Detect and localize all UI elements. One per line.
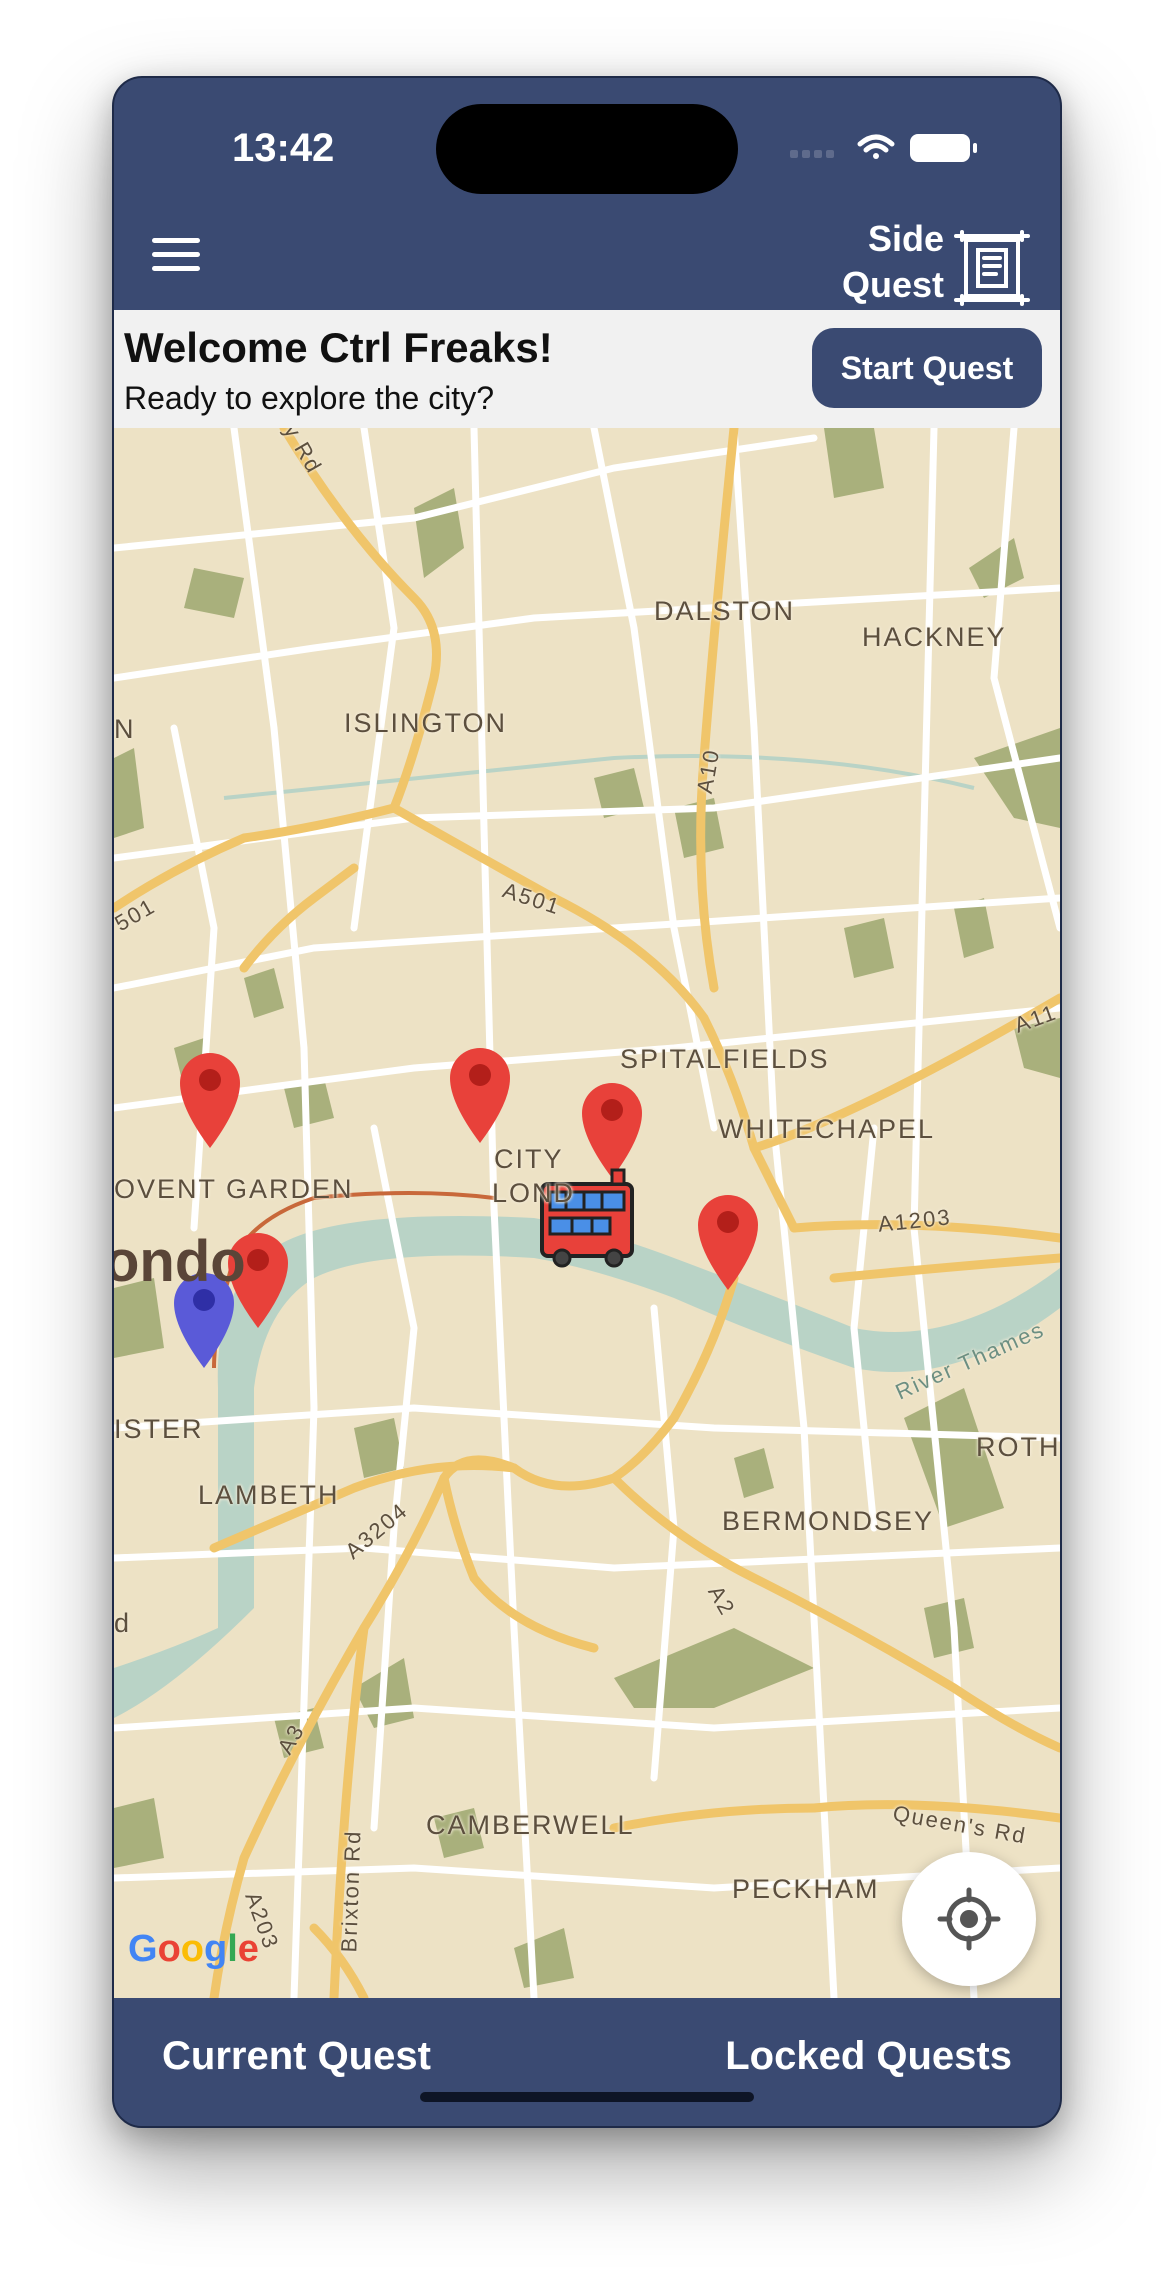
map-label-ister: ISTER	[114, 1414, 204, 1444]
scroll-icon	[954, 230, 1030, 306]
start-quest-button[interactable]: Start Quest	[812, 328, 1042, 408]
brand-title: Side Quest	[842, 216, 944, 308]
quest-pin-city	[582, 1083, 642, 1178]
tab-current-quest[interactable]: Current Quest	[162, 2034, 431, 2079]
menu-icon[interactable]	[152, 238, 200, 274]
map-label-lambeth: LAMBETH	[198, 1480, 340, 1510]
map-label-islington: ISLINGTON	[344, 708, 508, 738]
map-label-camberwell: CAMBERWELL	[426, 1810, 635, 1840]
map-label-brixton-rd: Brixton Rd	[336, 1829, 366, 1953]
map-label-london: ondo	[114, 1229, 246, 1294]
recenter-location-button[interactable]	[902, 1852, 1036, 1986]
battery-icon	[910, 134, 977, 162]
map-label-covent-garden: OVENT GARDEN	[114, 1174, 354, 1204]
welcome-title: Welcome Ctrl Freaks!	[124, 324, 553, 371]
map-label-hackney: HACKNEY	[862, 622, 1007, 652]
status-bar: 13:42	[114, 78, 1060, 198]
map-label-roth: ROTH	[976, 1432, 1060, 1462]
home-indicator[interactable]	[420, 2092, 754, 2102]
map-label-bermondsey: BERMONDSEY	[722, 1506, 935, 1536]
status-time: 13:42	[232, 126, 335, 170]
map-label-peckham: PECKHAM	[732, 1874, 880, 1904]
quest-pin-covent-garden	[180, 1053, 240, 1148]
welcome-banner: Welcome Ctrl Freaks! Ready to explore th…	[114, 310, 1060, 428]
dynamic-island	[436, 104, 738, 194]
map-label-whitechapel: WHITECHAPEL	[718, 1114, 936, 1144]
status-icons	[790, 134, 977, 162]
crosshair-icon	[937, 1887, 1001, 1951]
map-label-dalston: DALSTON	[654, 596, 796, 626]
map-view[interactable]: DALSTON HACKNEY ISLINGTON SPITALFIELDS W…	[114, 428, 1060, 1998]
phone-frame: 13:42 Side Quest Welcome Ctrl Freaks! Re…	[112, 76, 1062, 2128]
wifi-icon	[857, 134, 895, 159]
welcome-subtitle: Ready to explore the city?	[124, 380, 494, 416]
map-label-spitalfields: SPITALFIELDS	[620, 1044, 830, 1074]
tab-locked-quests[interactable]: Locked Quests	[725, 2034, 1012, 2079]
signal-icon	[790, 150, 834, 158]
map-label-lond: LOND	[492, 1178, 576, 1208]
map-label-d: d	[114, 1608, 132, 1638]
map-label-n: N	[114, 714, 136, 744]
bottom-nav: Current Quest Locked Quests	[114, 1998, 1060, 2126]
map-label-city: CITY	[494, 1144, 564, 1174]
google-attribution: Google	[128, 1928, 259, 1970]
brand-line-2: Quest	[841, 264, 944, 305]
brand-line-1: Side	[867, 218, 944, 259]
app-header: Side Quest	[114, 198, 1060, 310]
quest-pin-holborn	[450, 1048, 510, 1143]
